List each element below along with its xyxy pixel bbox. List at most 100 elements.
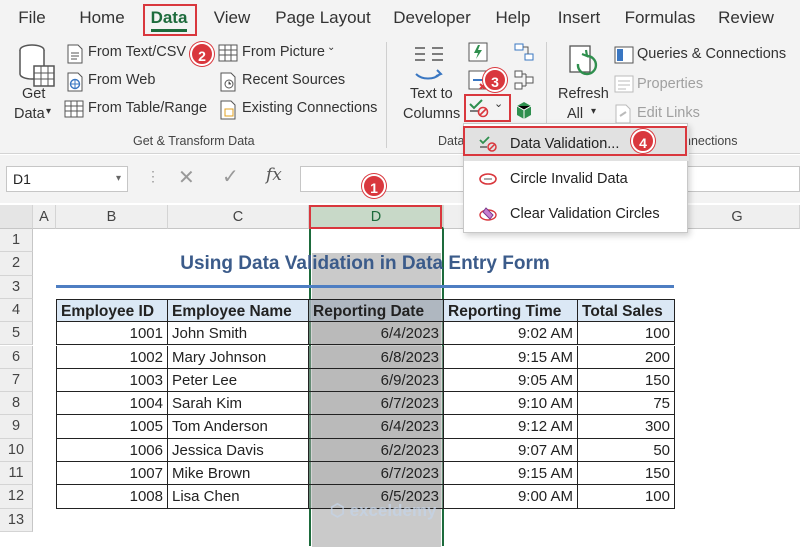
- table-cell-total-sales[interactable]: 50: [578, 438, 675, 462]
- table-cell-total-sales[interactable]: 100: [578, 322, 675, 346]
- column-header-g[interactable]: G: [675, 205, 800, 229]
- column-title-employee-id[interactable]: Employee ID: [56, 298, 168, 323]
- table-cell-employee-name[interactable]: John Smith: [168, 322, 309, 346]
- column-header-b[interactable]: B: [56, 205, 168, 229]
- column-title-employee-name[interactable]: Employee Name: [168, 298, 309, 323]
- table-cell-reporting-date[interactable]: 6/8/2023: [309, 345, 444, 369]
- table-cell-total-sales[interactable]: 75: [578, 392, 675, 416]
- tab-developer[interactable]: Developer: [392, 0, 472, 36]
- column-title-reporting-date[interactable]: Reporting Date: [309, 298, 444, 323]
- table-cell-total-sales[interactable]: 150: [578, 368, 675, 393]
- table-cell-employee-id[interactable]: 1007: [56, 462, 168, 486]
- table-cell-reporting-time[interactable]: 9:02 AM: [444, 322, 578, 346]
- table-cell-reporting-time[interactable]: 9:15 AM: [444, 462, 578, 486]
- row-header[interactable]: 5: [0, 322, 33, 346]
- cancel-icon[interactable]: ✕: [178, 165, 195, 190]
- table-cell-reporting-date[interactable]: 6/4/2023: [309, 322, 444, 346]
- more-options-icon[interactable]: ⋮: [146, 168, 160, 185]
- row-header[interactable]: 10: [0, 438, 33, 462]
- select-all-corner[interactable]: [0, 205, 33, 229]
- refresh-all-line1[interactable]: Refresh: [558, 86, 609, 102]
- insert-function-button[interactable]: fx: [266, 165, 282, 185]
- table-cell-reporting-time[interactable]: 9:00 AM: [444, 485, 578, 509]
- column-title-total-sales[interactable]: Total Sales: [578, 298, 675, 323]
- tab-file[interactable]: File: [14, 0, 50, 36]
- table-cell-employee-id[interactable]: 1001: [56, 322, 168, 346]
- tab-page-layout[interactable]: Page Layout: [274, 0, 372, 36]
- table-cell-employee-id[interactable]: 1008: [56, 485, 168, 509]
- row-header[interactable]: 8: [0, 392, 33, 416]
- table-cell-reporting-time[interactable]: 9:05 AM: [444, 368, 578, 393]
- row-header[interactable]: 1: [0, 229, 33, 253]
- chevron-down-icon[interactable]: ⌄: [494, 97, 503, 110]
- from-picture-button[interactable]: From Picture: [242, 44, 325, 60]
- tab-review[interactable]: Review: [716, 0, 776, 36]
- properties-button[interactable]: Properties: [637, 76, 703, 92]
- table-cell-employee-id[interactable]: 1006: [56, 438, 168, 462]
- table-cell-employee-name[interactable]: Sarah Kim: [168, 392, 309, 416]
- table-cell-reporting-date[interactable]: 6/7/2023: [309, 462, 444, 486]
- chevron-down-icon[interactable]: ▾: [46, 106, 51, 117]
- text-to-columns-line1[interactable]: Text to: [410, 86, 453, 102]
- queries-connections-button[interactable]: Queries & Connections: [637, 46, 786, 62]
- tab-insert[interactable]: Insert: [554, 0, 604, 36]
- table-cell-total-sales[interactable]: 100: [578, 485, 675, 509]
- table-cell-employee-name[interactable]: Peter Lee: [168, 368, 309, 393]
- chevron-down-icon[interactable]: ▾: [591, 106, 596, 117]
- tab-formulas[interactable]: Formulas: [624, 0, 696, 36]
- table-cell-employee-id[interactable]: 1004: [56, 392, 168, 416]
- from-text-csv-button[interactable]: From Text/CSV: [88, 44, 186, 60]
- table-cell-reporting-date[interactable]: 6/4/2023: [309, 415, 444, 439]
- menu-item-circle-invalid-data[interactable]: Circle Invalid Data: [464, 162, 689, 196]
- table-cell-reporting-time[interactable]: 9:12 AM: [444, 415, 578, 439]
- table-cell-employee-name[interactable]: Lisa Chen: [168, 485, 309, 509]
- table-cell-total-sales[interactable]: 150: [578, 462, 675, 486]
- table-cell-employee-name[interactable]: Jessica Davis: [168, 438, 309, 462]
- row-header[interactable]: 13: [0, 508, 33, 532]
- table-cell-reporting-date[interactable]: 6/9/2023: [309, 368, 444, 393]
- column-header-a[interactable]: A: [33, 205, 56, 229]
- table-cell-reporting-date[interactable]: 6/2/2023: [309, 438, 444, 462]
- recent-sources-button[interactable]: Recent Sources: [242, 72, 345, 88]
- row-header[interactable]: 2: [0, 252, 33, 276]
- column-header-c[interactable]: C: [168, 205, 309, 229]
- get-data-label-line2[interactable]: Data: [14, 106, 45, 122]
- row-header[interactable]: 3: [0, 275, 33, 299]
- from-web-button[interactable]: From Web: [88, 72, 155, 88]
- table-cell-employee-id[interactable]: 1003: [56, 368, 168, 393]
- row-header[interactable]: 7: [0, 368, 33, 393]
- queries-icon: [614, 46, 634, 64]
- table-cell-employee-name[interactable]: Mike Brown: [168, 462, 309, 486]
- column-title-reporting-time[interactable]: Reporting Time: [444, 298, 578, 323]
- chevron-down-icon[interactable]: ⌄: [327, 42, 335, 53]
- refresh-all-line2[interactable]: All: [567, 106, 583, 122]
- row-header[interactable]: 6: [0, 345, 33, 369]
- menu-item-clear-validation-circles[interactable]: Clear Validation Circles: [464, 197, 689, 231]
- row-header[interactable]: 9: [0, 415, 33, 439]
- table-cell-reporting-time[interactable]: 9:10 AM: [444, 392, 578, 416]
- tab-home[interactable]: Home: [76, 0, 128, 36]
- table-cell-employee-name[interactable]: Tom Anderson: [168, 415, 309, 439]
- table-cell-employee-id[interactable]: 1002: [56, 345, 168, 369]
- table-cell-reporting-time[interactable]: 9:15 AM: [444, 345, 578, 369]
- table-cell-total-sales[interactable]: 200: [578, 345, 675, 369]
- tab-view[interactable]: View: [210, 0, 254, 36]
- table-cell-total-sales[interactable]: 300: [578, 415, 675, 439]
- edit-links-button[interactable]: Edit Links: [637, 105, 700, 121]
- enter-icon[interactable]: ✓: [222, 164, 239, 189]
- table-cell-reporting-date[interactable]: 6/7/2023: [309, 392, 444, 416]
- tab-help[interactable]: Help: [492, 0, 534, 36]
- table-cell-employee-name[interactable]: Mary Johnson: [168, 345, 309, 369]
- text-to-columns-line2[interactable]: Columns: [403, 106, 460, 122]
- row-header[interactable]: 4: [0, 298, 33, 323]
- get-data-label-line1[interactable]: Get: [22, 86, 45, 102]
- row-header[interactable]: 12: [0, 485, 33, 509]
- chevron-down-icon[interactable]: ▾: [116, 167, 121, 191]
- table-cell-reporting-time[interactable]: 9:07 AM: [444, 438, 578, 462]
- table-cell-employee-id[interactable]: 1005: [56, 415, 168, 439]
- existing-connections-button[interactable]: Existing Connections: [242, 100, 377, 116]
- from-table-range-button[interactable]: From Table/Range: [88, 100, 207, 116]
- data-validation-icon[interactable]: [468, 98, 490, 118]
- row-header[interactable]: 11: [0, 462, 33, 486]
- name-box[interactable]: D1 ▾: [6, 166, 128, 192]
